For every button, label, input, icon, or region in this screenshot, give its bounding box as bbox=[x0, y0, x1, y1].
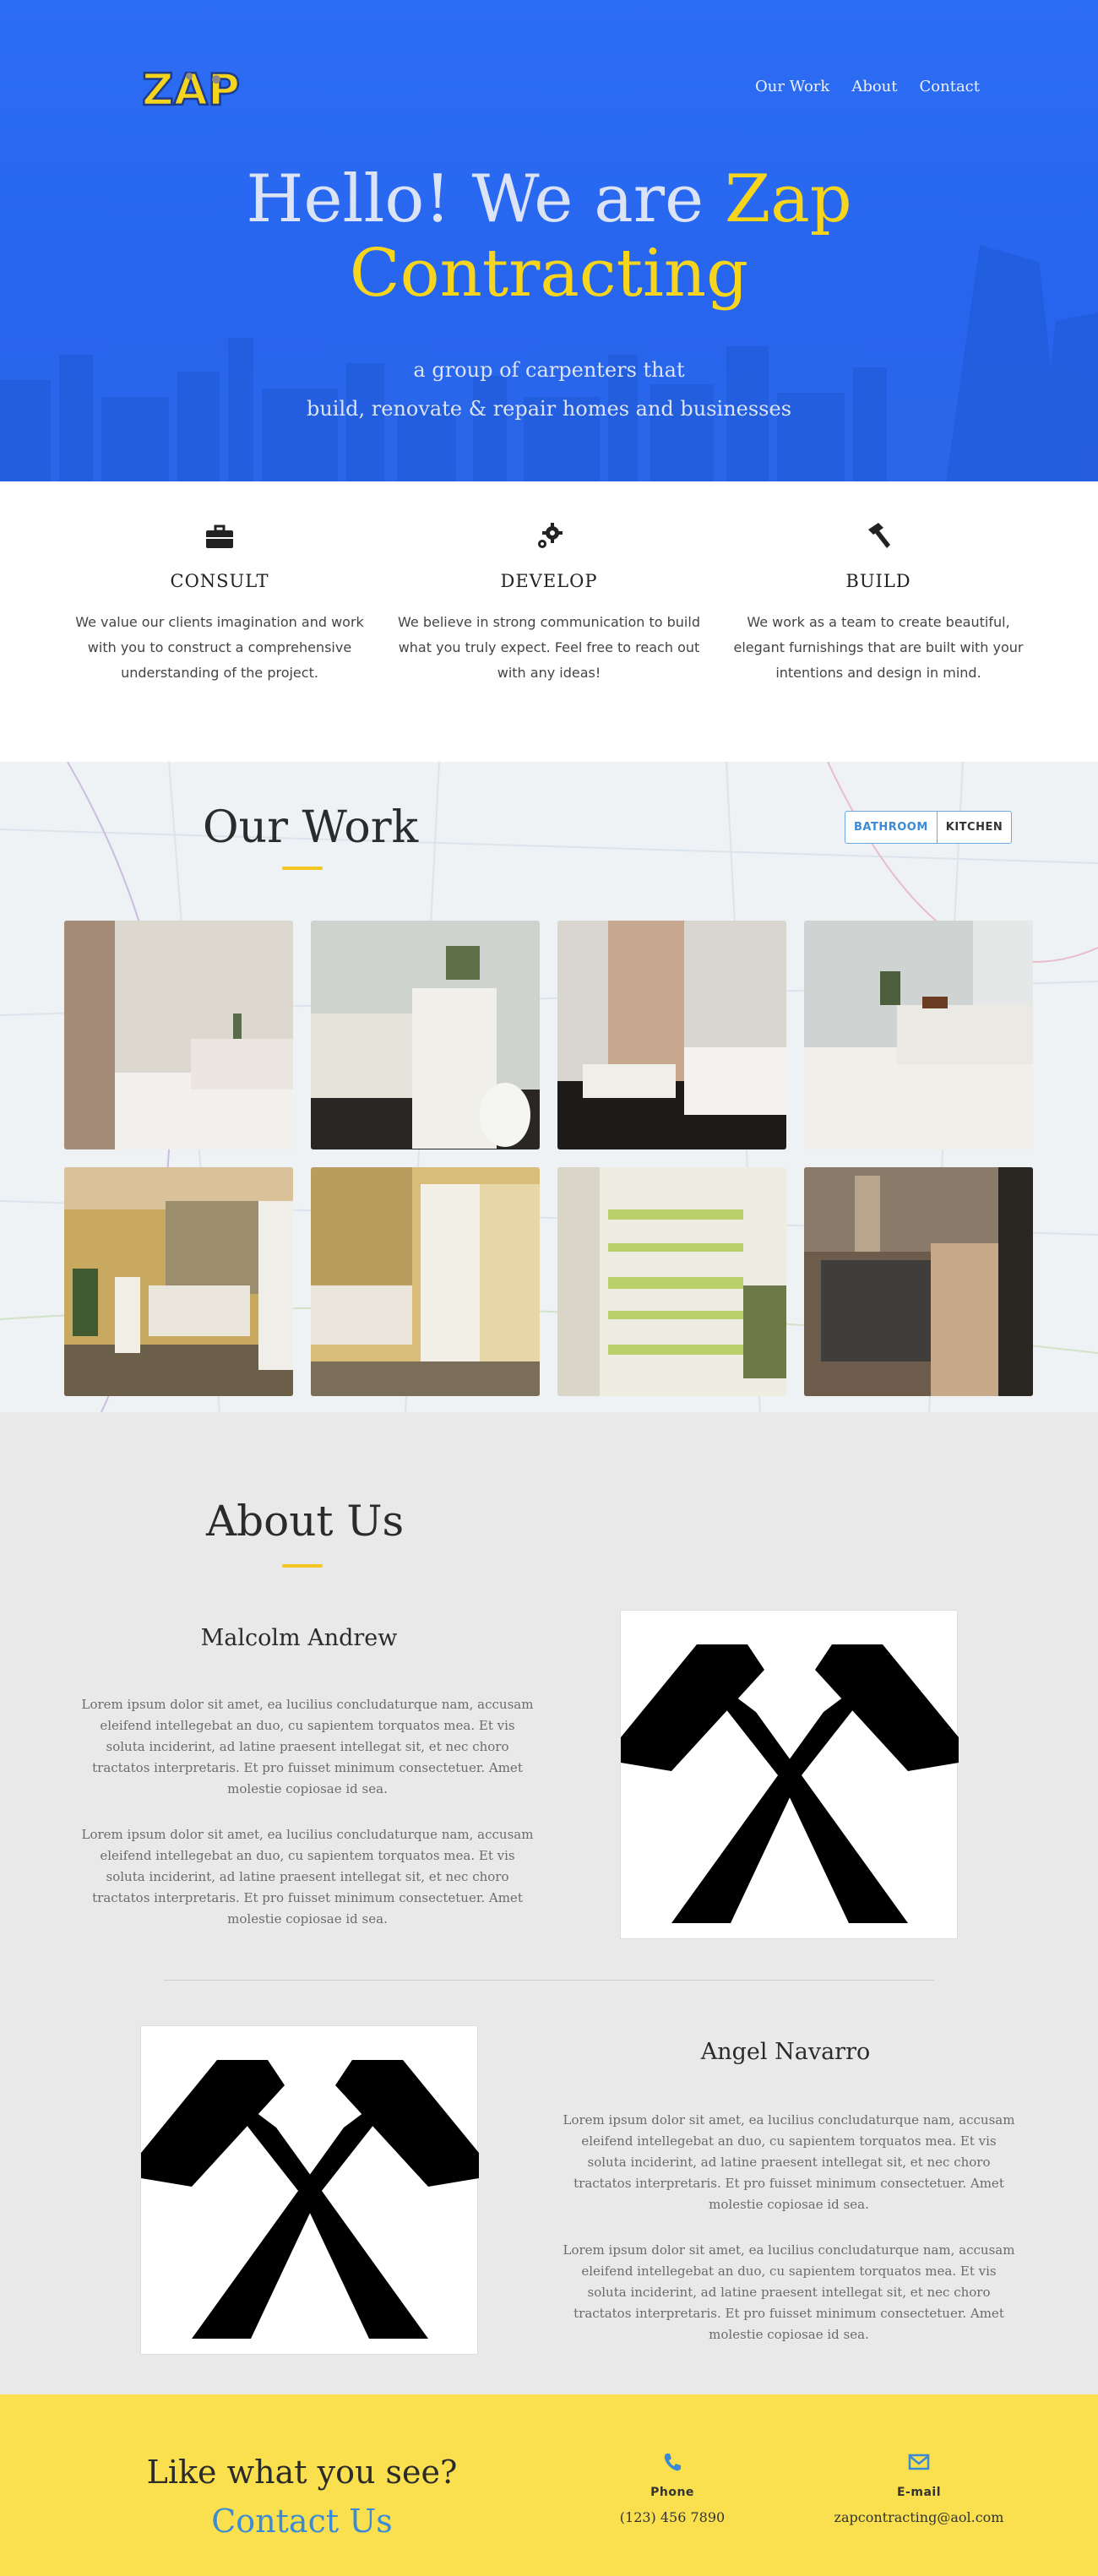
contact-question: Like what you see? bbox=[146, 2454, 458, 2491]
nav-link-about[interactable]: About bbox=[851, 78, 897, 95]
hero-title-accent-2: Contracting bbox=[349, 236, 749, 312]
title-underline bbox=[282, 1564, 323, 1568]
hero-subtitle-line2: build, renovate & repair homes and busin… bbox=[306, 397, 792, 421]
gallery-thumb-bathroom-2[interactable] bbox=[311, 921, 540, 1149]
main-nav: Our Work About Contact bbox=[755, 78, 980, 95]
feature-text: We work as a team to create beautiful, e… bbox=[733, 614, 1024, 681]
gallery-thumb-bathroom-4[interactable] bbox=[804, 921, 1033, 1149]
hero-title: Hello! We are Zap Contracting bbox=[0, 162, 1098, 311]
feature-text: We value our clients imagination and wor… bbox=[75, 614, 364, 681]
person-name: Angel Navarro bbox=[700, 2039, 871, 2065]
hero-section: ZAP Our Work About Contact Hello! We are… bbox=[0, 0, 1098, 481]
phone-label: Phone bbox=[650, 2486, 694, 2499]
hero-title-accent: Zap bbox=[725, 161, 852, 237]
hammer-icon bbox=[868, 523, 890, 548]
filter-kitchen[interactable]: KITCHEN bbox=[938, 812, 1011, 843]
phone-number[interactable]: (123) 456 7890 bbox=[563, 2509, 782, 2525]
person-name: Malcolm Andrew bbox=[200, 1625, 398, 1651]
portrait-placeholder bbox=[140, 2025, 479, 2355]
gallery-thumb-bathroom-8[interactable] bbox=[804, 1167, 1033, 1396]
portrait-placeholder bbox=[620, 1610, 959, 1939]
svg-text:ZAP: ZAP bbox=[142, 65, 240, 115]
crossed-hammers-icon bbox=[621, 1644, 959, 1923]
feature-title: DEVELOP bbox=[500, 571, 598, 591]
person-bio: Lorem ipsum dolor sit amet, ea lucilius … bbox=[563, 2242, 1015, 2342]
zap-logo[interactable]: ZAP bbox=[139, 61, 240, 115]
feature-title: CONSULT bbox=[170, 571, 269, 591]
hero-title-prefix: Hello! We are bbox=[246, 161, 726, 237]
gallery-thumb-bathroom-5[interactable] bbox=[64, 1167, 293, 1396]
phone-icon bbox=[664, 2454, 681, 2471]
work-filter-group: BATHROOM KITCHEN bbox=[845, 811, 1013, 844]
person-bio: Lorem ipsum dolor sit amet, ea lucilius … bbox=[81, 1827, 534, 1927]
gallery-thumb-bathroom-1[interactable] bbox=[64, 921, 293, 1149]
contact-us-link[interactable]: Contact Us bbox=[0, 2503, 604, 2540]
crossed-hammers-icon bbox=[141, 2060, 479, 2339]
contact-section: Like what you see? Contact Us Phone (123… bbox=[0, 2394, 1098, 2576]
phone-info: Phone (123) 456 7890 bbox=[563, 2450, 782, 2525]
section-title-our-work: Our Work bbox=[203, 802, 419, 853]
our-work-section: Our Work BATHROOM KITCHEN bbox=[0, 762, 1098, 1412]
briefcase-icon bbox=[206, 524, 233, 548]
person-bio: Lorem ipsum dolor sit amet, ea lucilius … bbox=[81, 1697, 534, 1796]
section-title-about: About Us bbox=[206, 1497, 405, 1546]
hero-subtitle-line1: a group of carpenters that bbox=[413, 358, 685, 382]
features-section: CONSULT We value our clients imagination… bbox=[0, 481, 1098, 762]
nav-link-contact[interactable]: Contact bbox=[920, 78, 980, 95]
section-divider bbox=[164, 1980, 934, 1981]
gallery-thumb-bathroom-6[interactable] bbox=[311, 1167, 540, 1396]
title-underline bbox=[282, 867, 323, 870]
email-address[interactable]: zapcontracting@aol.com bbox=[809, 2509, 1029, 2525]
about-section: About Us Malcolm Andrew Lorem ipsum dolo… bbox=[0, 1412, 1098, 2394]
nav-link-our-work[interactable]: Our Work bbox=[755, 78, 829, 95]
feature-title: BUILD bbox=[845, 571, 911, 591]
person-bio: Lorem ipsum dolor sit amet, ea lucilius … bbox=[563, 2112, 1015, 2212]
gallery-thumb-bathroom-7[interactable] bbox=[557, 1167, 786, 1396]
filter-bathroom[interactable]: BATHROOM bbox=[845, 812, 938, 843]
gears-icon bbox=[538, 523, 563, 548]
email-info: E-mail zapcontracting@aol.com bbox=[809, 2450, 1029, 2525]
envelope-icon bbox=[908, 2454, 930, 2470]
gallery-thumb-bathroom-3[interactable] bbox=[557, 921, 786, 1149]
email-label: E-mail bbox=[896, 2486, 941, 2499]
feature-text: We believe in strong communication to bu… bbox=[398, 614, 700, 681]
